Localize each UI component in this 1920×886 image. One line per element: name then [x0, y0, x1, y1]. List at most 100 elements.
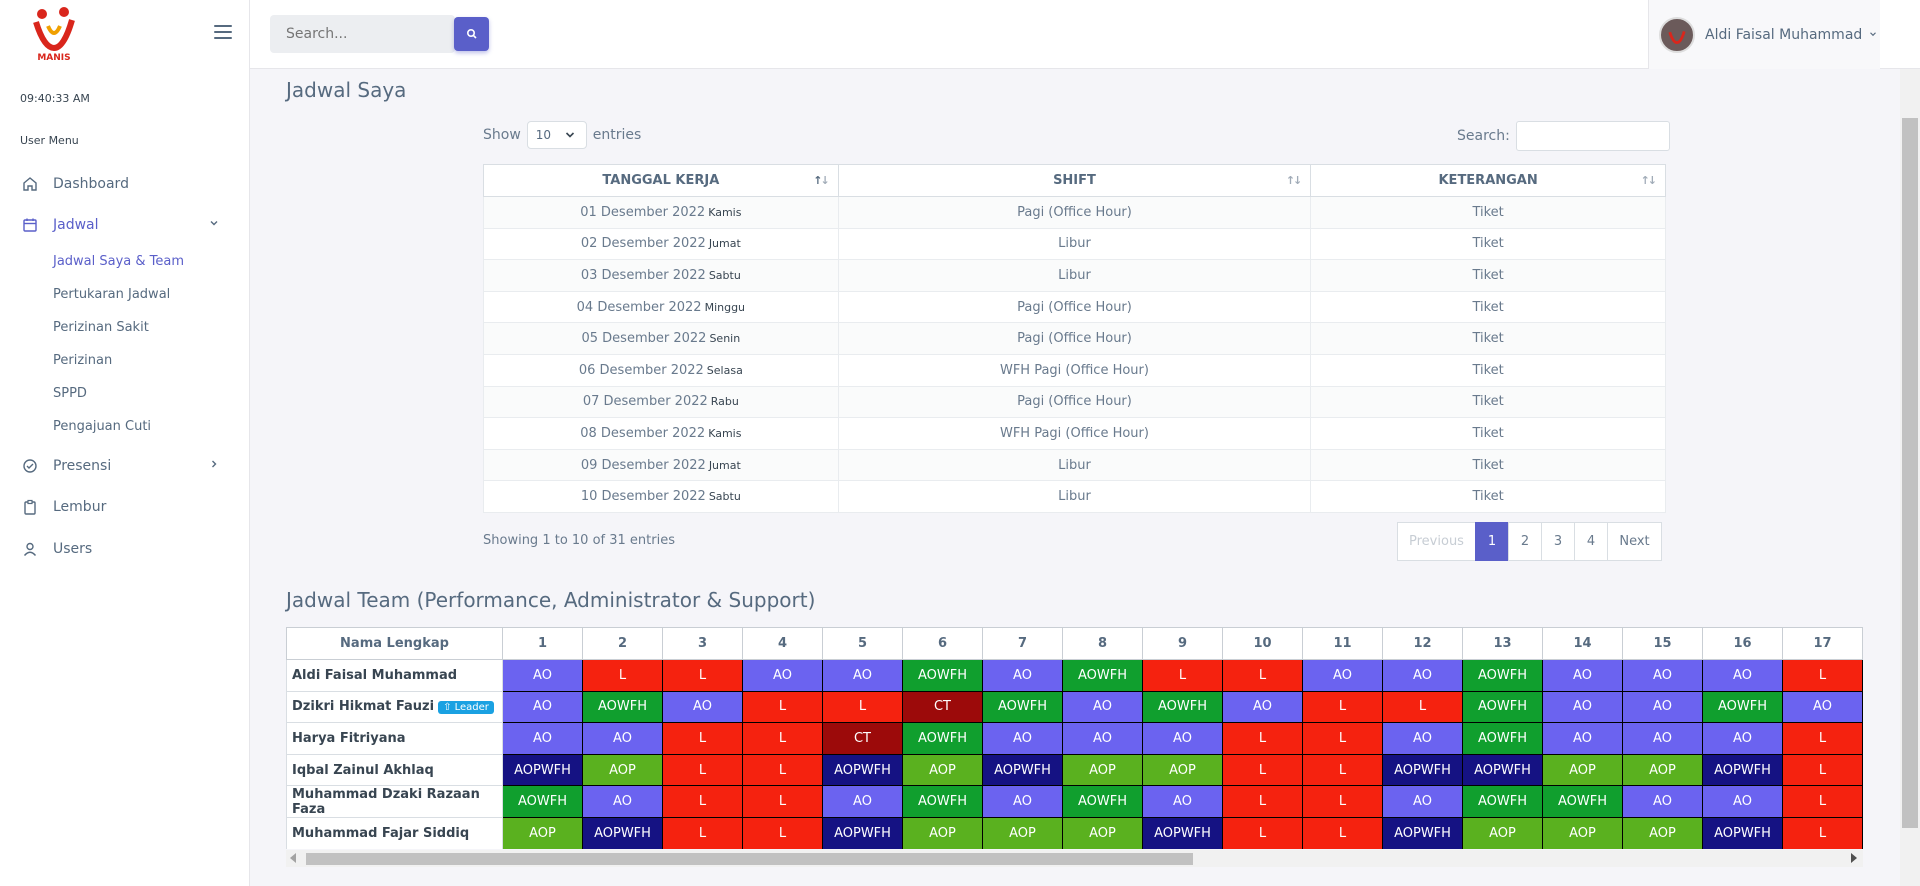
- shift-cell[interactable]: AO: [662, 690, 743, 724]
- shift-cell[interactable]: AO: [1622, 785, 1703, 818]
- scroll-right-icon[interactable]: [1851, 853, 1857, 863]
- shift-cell[interactable]: L: [742, 785, 823, 818]
- shift-cell[interactable]: AOWFH: [902, 785, 983, 818]
- shift-cell[interactable]: AOWFH: [1142, 690, 1223, 724]
- menu-toggle-icon[interactable]: [214, 25, 232, 41]
- shift-cell[interactable]: L: [1782, 785, 1863, 818]
- shift-cell[interactable]: AO: [1222, 690, 1303, 724]
- shift-cell[interactable]: CT: [902, 690, 983, 724]
- shift-cell[interactable]: AO: [1702, 659, 1783, 692]
- page-length-select[interactable]: 10: [526, 121, 587, 149]
- shift-cell[interactable]: AO: [742, 659, 823, 692]
- shift-cell[interactable]: AOP: [582, 753, 663, 787]
- shift-cell[interactable]: AOPWFH: [1462, 753, 1543, 787]
- shift-cell[interactable]: L: [1782, 753, 1863, 787]
- shift-cell[interactable]: AOWFH: [902, 722, 983, 755]
- shift-cell[interactable]: AOP: [502, 816, 583, 849]
- horizontal-scrollbar[interactable]: [286, 850, 1863, 867]
- shift-cell[interactable]: AO: [1142, 785, 1223, 818]
- sidebar-subitem-perizinan-sakit[interactable]: Perizinan Sakit: [53, 320, 149, 335]
- shift-cell[interactable]: L: [1222, 785, 1303, 818]
- shift-cell[interactable]: AOPWFH: [1702, 816, 1783, 849]
- column-header-keterangan[interactable]: KETERANGAN ↑↓: [1310, 164, 1666, 197]
- shift-cell[interactable]: AOWFH: [902, 659, 983, 692]
- shift-cell[interactable]: AOPWFH: [982, 753, 1063, 787]
- shift-cell[interactable]: AOWFH: [1462, 785, 1543, 818]
- shift-cell[interactable]: AOWFH: [1462, 690, 1543, 724]
- pagination-page-3[interactable]: 3: [1541, 522, 1575, 561]
- shift-cell[interactable]: AOPWFH: [1382, 816, 1463, 849]
- shift-cell[interactable]: AOP: [1462, 816, 1543, 849]
- shift-cell[interactable]: AOWFH: [1462, 722, 1543, 755]
- shift-cell[interactable]: AOWFH: [502, 785, 583, 818]
- shift-cell[interactable]: AOWFH: [1062, 785, 1143, 818]
- shift-cell[interactable]: AO: [982, 785, 1063, 818]
- shift-cell[interactable]: AOPWFH: [502, 753, 583, 787]
- column-header-shift[interactable]: SHIFT ↑↓: [837, 164, 1312, 197]
- shift-cell[interactable]: L: [1382, 690, 1463, 724]
- shift-cell[interactable]: L: [582, 659, 663, 692]
- shift-cell[interactable]: AO: [502, 690, 583, 724]
- shift-cell[interactable]: AO: [1622, 722, 1703, 755]
- sidebar-item-presensi[interactable]: Presensi: [20, 453, 230, 479]
- shift-cell[interactable]: AOPWFH: [822, 816, 903, 849]
- shift-cell[interactable]: AOWFH: [1702, 690, 1783, 724]
- scroll-left-icon[interactable]: [290, 853, 296, 863]
- shift-cell[interactable]: L: [742, 722, 823, 755]
- search-button[interactable]: [454, 17, 489, 51]
- shift-cell[interactable]: AOPWFH: [1142, 816, 1223, 849]
- shift-cell[interactable]: AO: [1382, 722, 1463, 755]
- shift-cell[interactable]: L: [1302, 785, 1383, 818]
- shift-cell[interactable]: CT: [822, 722, 903, 755]
- shift-cell[interactable]: AOPWFH: [822, 753, 903, 787]
- pagination-page-4[interactable]: 4: [1574, 522, 1608, 561]
- shift-cell[interactable]: L: [1142, 659, 1223, 692]
- shift-cell[interactable]: AO: [582, 722, 663, 755]
- shift-cell[interactable]: AO: [502, 722, 583, 755]
- shift-cell[interactable]: L: [1222, 722, 1303, 755]
- manis-logo[interactable]: MANIS: [30, 4, 78, 64]
- shift-cell[interactable]: L: [742, 753, 823, 787]
- pagination-next[interactable]: Next: [1607, 522, 1662, 561]
- shift-cell[interactable]: L: [662, 816, 743, 849]
- shift-cell[interactable]: L: [822, 690, 903, 724]
- shift-cell[interactable]: AO: [982, 659, 1063, 692]
- sidebar-item-users[interactable]: Users: [20, 536, 230, 562]
- shift-cell[interactable]: L: [1302, 816, 1383, 849]
- shift-cell[interactable]: AOWFH: [1462, 659, 1543, 692]
- shift-cell[interactable]: AOP: [1542, 816, 1623, 849]
- shift-cell[interactable]: AO: [502, 659, 583, 692]
- shift-cell[interactable]: AO: [1302, 659, 1383, 692]
- shift-cell[interactable]: L: [742, 690, 823, 724]
- shift-cell[interactable]: AOP: [902, 816, 983, 849]
- shift-cell[interactable]: L: [742, 816, 823, 849]
- shift-cell[interactable]: AO: [1622, 659, 1703, 692]
- pagination-previous[interactable]: Previous: [1397, 522, 1476, 561]
- shift-cell[interactable]: AO: [582, 785, 663, 818]
- shift-cell[interactable]: AOP: [1062, 753, 1143, 787]
- shift-cell[interactable]: L: [1782, 722, 1863, 755]
- shift-cell[interactable]: L: [1302, 722, 1383, 755]
- pagination-page-2[interactable]: 2: [1508, 522, 1542, 561]
- shift-cell[interactable]: AOP: [1142, 753, 1223, 787]
- shift-cell[interactable]: L: [1302, 753, 1383, 787]
- shift-cell[interactable]: L: [1782, 659, 1863, 692]
- column-header-tanggal[interactable]: TANGGAL KERJA ↑↓: [483, 164, 839, 197]
- shift-cell[interactable]: AO: [1062, 722, 1143, 755]
- user-profile-dropdown[interactable]: Aldi Faisal Muhammad: [1648, 0, 1880, 69]
- shift-cell[interactable]: AOP: [982, 816, 1063, 849]
- team-schedule-scroll[interactable]: Nama Lengkap 1 2 3 4 5 6 7 8 9 10 11 12 13 14 15 16 17 Al…: [286, 627, 1863, 849]
- sidebar-subitem-pertukaran-jadwal[interactable]: Pertukaran Jadwal: [53, 287, 170, 302]
- shift-cell[interactable]: AO: [1382, 659, 1463, 692]
- shift-cell[interactable]: L: [1222, 753, 1303, 787]
- shift-cell[interactable]: AOP: [1062, 816, 1143, 849]
- shift-cell[interactable]: L: [1222, 816, 1303, 849]
- sidebar-subitem-perizinan[interactable]: Perizinan: [53, 353, 112, 368]
- horizontal-scrollbar-thumb[interactable]: [306, 853, 1193, 865]
- shift-cell[interactable]: AOPWFH: [1702, 753, 1783, 787]
- sidebar-subitem-sppd[interactable]: SPPD: [53, 386, 87, 401]
- shift-cell[interactable]: AO: [1622, 690, 1703, 724]
- shift-cell[interactable]: AO: [822, 785, 903, 818]
- shift-cell[interactable]: AO: [1382, 785, 1463, 818]
- shift-cell[interactable]: L: [1782, 816, 1863, 849]
